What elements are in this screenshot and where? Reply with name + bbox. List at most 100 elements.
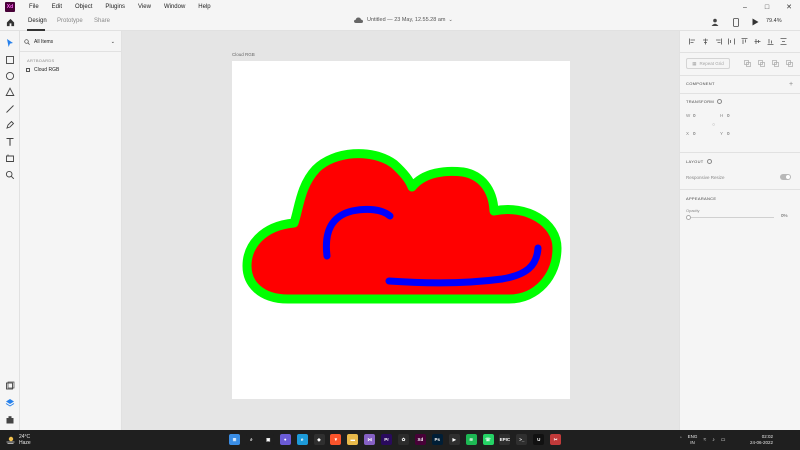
system-tray: ˆ ENG IN ≈ ♪ ▭ bbox=[680, 434, 725, 445]
layout-heading-text: LAYOUT bbox=[686, 159, 704, 164]
info-icon[interactable] bbox=[717, 99, 723, 104]
chevron-up-icon[interactable]: ˆ bbox=[680, 437, 682, 443]
taskbar-search-icon[interactable]: ⌕ bbox=[245, 434, 257, 445]
align-left-icon[interactable] bbox=[689, 38, 696, 45]
artboard-title[interactable]: Cloud RGB bbox=[232, 52, 255, 57]
align-bottom-icon[interactable] bbox=[767, 38, 774, 45]
taskbar-spotify-icon[interactable]: ≋ bbox=[465, 434, 477, 445]
align-middle-icon[interactable] bbox=[754, 38, 761, 45]
menu-object[interactable]: Object bbox=[75, 4, 92, 10]
taskbar-unreal-icon[interactable]: U bbox=[533, 434, 545, 445]
y-field[interactable]: 0 bbox=[727, 131, 730, 136]
volume-icon[interactable]: ♪ bbox=[712, 437, 715, 443]
tab-design[interactable]: Design bbox=[28, 18, 47, 24]
window-controls: – □ ✕ bbox=[734, 0, 800, 14]
taskbar-figma-icon[interactable]: ✿ bbox=[398, 434, 409, 445]
layer-item-artboard[interactable]: Cloud RGB bbox=[26, 67, 59, 73]
artboard[interactable] bbox=[232, 61, 570, 399]
menu-file[interactable]: File bbox=[29, 4, 39, 10]
menu-window[interactable]: Window bbox=[164, 4, 185, 10]
taskbar-chat-icon[interactable]: ● bbox=[279, 434, 291, 445]
pen-tool-icon[interactable] bbox=[5, 120, 15, 130]
play-preview-icon[interactable] bbox=[752, 18, 759, 26]
taskbar-terminal-icon[interactable]: >_ bbox=[516, 434, 528, 445]
taskbar-task-view-icon[interactable]: ▣ bbox=[262, 434, 274, 445]
taskbar-explorer-icon[interactable]: ▬ bbox=[347, 434, 359, 445]
minimize-icon[interactable]: – bbox=[734, 0, 756, 14]
taskbar-photoshop-icon[interactable]: Ps bbox=[431, 434, 443, 445]
taskbar-media-icon[interactable]: ▶ bbox=[448, 434, 460, 445]
taskbar-start-icon[interactable]: ⊞ bbox=[229, 434, 240, 445]
battery-icon[interactable]: ▭ bbox=[721, 437, 726, 443]
x-field[interactable]: 0 bbox=[693, 131, 696, 136]
boolean-exclude-icon[interactable] bbox=[786, 60, 793, 67]
taskbar-snipping-icon[interactable]: ✂ bbox=[550, 434, 562, 445]
maximize-icon[interactable]: □ bbox=[756, 0, 778, 14]
layers-icon[interactable] bbox=[5, 398, 15, 408]
assets-icon[interactable] bbox=[5, 381, 15, 391]
taskbar-premiere-icon[interactable]: Pr bbox=[381, 434, 393, 445]
search-icon bbox=[24, 39, 30, 45]
align-top-icon[interactable] bbox=[741, 38, 748, 45]
mobile-preview-icon[interactable] bbox=[733, 18, 739, 27]
distribute-vertical-icon[interactable] bbox=[780, 38, 787, 45]
layers-filter[interactable]: All Items ⌄ bbox=[24, 37, 119, 47]
taskbar-visual-studio-icon[interactable]: ⋈ bbox=[364, 434, 376, 445]
distribute-horizontal-icon[interactable] bbox=[728, 38, 735, 45]
haze-weather-icon bbox=[6, 436, 15, 444]
clock[interactable]: 02:02 24-06-2022 bbox=[750, 434, 773, 446]
ellipse-tool-icon[interactable] bbox=[5, 71, 15, 81]
opacity-slider-handle[interactable] bbox=[686, 215, 691, 220]
menu-view[interactable]: View bbox=[138, 4, 151, 10]
opacity-slider[interactable] bbox=[688, 217, 774, 218]
boolean-add-icon[interactable] bbox=[744, 60, 751, 67]
home-icon[interactable] bbox=[6, 18, 15, 27]
design-canvas[interactable]: Cloud RGB bbox=[122, 31, 679, 430]
cloud-artwork[interactable] bbox=[232, 61, 570, 399]
divider bbox=[680, 93, 800, 94]
taskbar-store-icon[interactable]: ◆ bbox=[313, 434, 325, 445]
add-component-icon[interactable]: + bbox=[789, 81, 793, 88]
opacity-field[interactable]: 0% bbox=[781, 213, 788, 218]
menu-help[interactable]: Help bbox=[198, 4, 210, 10]
divider bbox=[680, 189, 800, 190]
taskbar-brave-icon[interactable]: ▼ bbox=[330, 434, 342, 445]
zoom-tool-icon[interactable] bbox=[5, 170, 15, 180]
tool-bar bbox=[0, 31, 20, 430]
responsive-resize-toggle[interactable] bbox=[780, 174, 791, 180]
width-field[interactable]: 0 bbox=[693, 113, 696, 118]
repeat-grid-icon: ▦ bbox=[692, 60, 697, 66]
boolean-intersect-icon[interactable] bbox=[772, 60, 779, 67]
user-profile-icon[interactable] bbox=[711, 18, 719, 26]
tab-prototype[interactable]: Prototype bbox=[57, 18, 83, 24]
align-center-horizontal-icon[interactable] bbox=[702, 38, 709, 45]
height-field[interactable]: 0 bbox=[727, 113, 730, 118]
taskbar-xd-icon[interactable]: Xd bbox=[414, 434, 426, 445]
wifi-icon[interactable]: ≈ bbox=[703, 437, 706, 443]
artboard-tool-icon[interactable] bbox=[5, 153, 15, 163]
align-right-icon[interactable] bbox=[715, 38, 722, 45]
document-title[interactable]: Untitled — 23 May, 12.55.28 am ⌄ bbox=[354, 17, 453, 23]
tab-share[interactable]: Share bbox=[94, 18, 110, 24]
polygon-tool-icon[interactable] bbox=[5, 87, 15, 97]
rectangle-tool-icon[interactable] bbox=[5, 55, 15, 65]
close-icon[interactable]: ✕ bbox=[778, 0, 800, 14]
menu-plugins[interactable]: Plugins bbox=[105, 4, 125, 10]
text-tool-icon[interactable] bbox=[5, 137, 15, 147]
weather-widget[interactable]: 24°C Haze bbox=[6, 434, 31, 446]
repeat-grid-button[interactable]: ▦ Repeat Grid bbox=[686, 58, 730, 69]
taskbar-whatsapp-icon[interactable]: ☏ bbox=[482, 434, 494, 445]
menu-edit[interactable]: Edit bbox=[52, 4, 62, 10]
layers-panel: All Items ⌄ ARTBOARDS Cloud RGB bbox=[20, 31, 122, 430]
layer-item-label: Cloud RGB bbox=[34, 67, 60, 73]
taskbar-edge-icon[interactable]: e bbox=[296, 434, 308, 445]
boolean-subtract-icon[interactable] bbox=[758, 60, 765, 67]
lock-aspect-icon[interactable]: ○ bbox=[712, 122, 715, 128]
line-tool-icon[interactable] bbox=[5, 104, 15, 114]
taskbar-epic-icon[interactable]: EPIC bbox=[499, 434, 511, 445]
select-tool-icon[interactable] bbox=[5, 38, 15, 48]
zoom-level[interactable]: 79.4% bbox=[766, 18, 782, 24]
language-indicator[interactable]: ENG IN bbox=[688, 434, 698, 445]
info-icon[interactable] bbox=[706, 159, 712, 164]
plugins-icon[interactable] bbox=[5, 415, 15, 425]
